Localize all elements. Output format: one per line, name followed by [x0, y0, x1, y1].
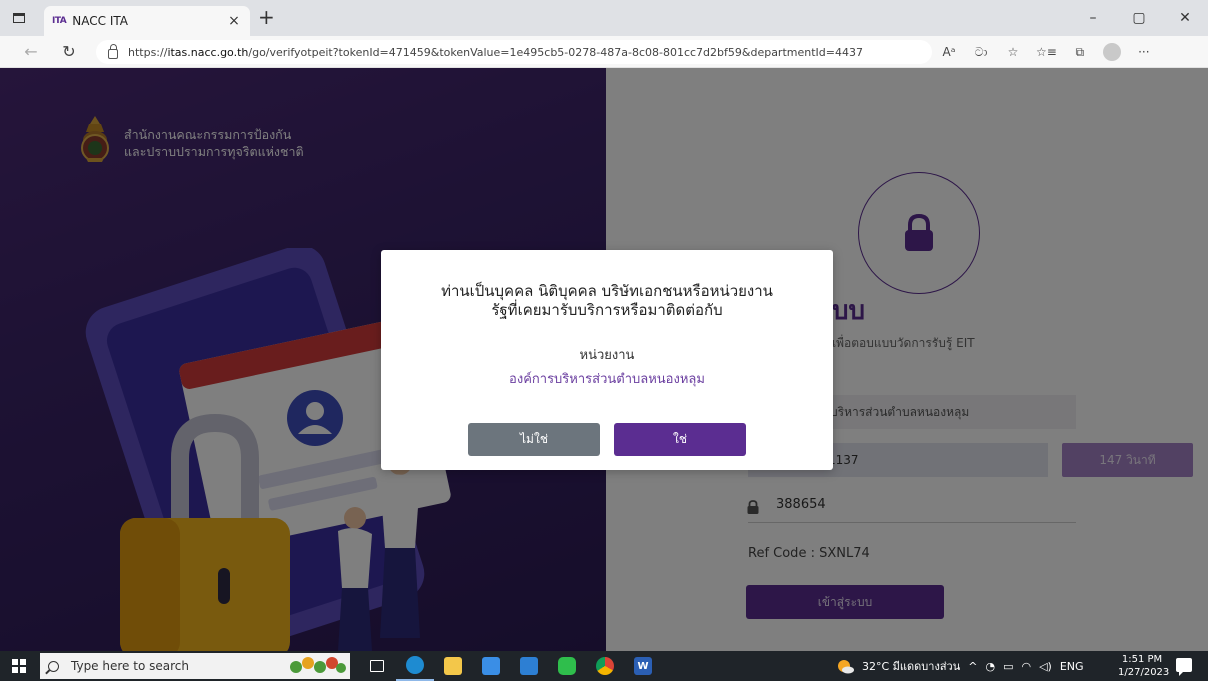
- read-aloud-icon[interactable]: Aᵃ: [940, 42, 958, 62]
- line-icon[interactable]: [548, 651, 586, 681]
- browser-tab[interactable]: ITA NACC ITA ×: [44, 6, 250, 36]
- back-arrow-icon[interactable]: ←: [20, 42, 42, 62]
- edge-icon[interactable]: [396, 651, 434, 681]
- browser-address-bar: ← ↻ https://itas.nacc.go.th/go/verifyotp…: [0, 36, 1208, 68]
- store-icon[interactable]: [472, 651, 510, 681]
- dialog-department-label: หน่วยงาน: [579, 348, 635, 363]
- favorite-add-icon[interactable]: ☆: [1004, 42, 1022, 62]
- system-tray: 32°C มีแดดบางส่วน ^ ◔ ▭ ◠ ◁) ENG: [836, 651, 1084, 681]
- browser-tab-bar: ITA NACC ITA × + – ▢ ✕: [0, 0, 1208, 36]
- search-icon: [48, 660, 59, 672]
- refresh-icon[interactable]: ↻: [58, 42, 80, 62]
- taskbar-clock[interactable]: 1:51 PM 1/27/2023: [1118, 653, 1169, 679]
- confirm-dialog: ท่านเป็นบุคคล นิติบุคคล บริษัทเอกชนหรือห…: [381, 250, 833, 470]
- windows-taskbar: Type here to search W 32°C มีแดดบางส่วน …: [0, 651, 1208, 681]
- url-field[interactable]: https://itas.nacc.go.th/go/verifyotpeit?…: [96, 40, 932, 64]
- weather-text[interactable]: 32°C มีแดดบางส่วน: [862, 657, 960, 675]
- task-view-icon[interactable]: [358, 651, 396, 681]
- tab-close-icon[interactable]: ×: [226, 13, 242, 29]
- yes-button[interactable]: ใช่: [614, 423, 746, 456]
- taskbar-apps: W: [358, 651, 662, 681]
- chrome-icon[interactable]: [586, 651, 624, 681]
- notification-icon[interactable]: [1176, 658, 1192, 676]
- site-lock-icon[interactable]: [108, 44, 118, 59]
- weather-sun-icon[interactable]: [836, 657, 854, 675]
- page-content: สำนักงานคณะกรรมการป้องกัน และปราบปรามการ…: [0, 68, 1208, 651]
- network-icon[interactable]: ◔: [985, 660, 995, 673]
- window-minimize-button[interactable]: –: [1070, 0, 1116, 36]
- translate-icon[interactable]: ටා: [972, 42, 990, 62]
- battery-icon[interactable]: ▭: [1003, 660, 1013, 673]
- no-button[interactable]: ไม่ใช่: [468, 423, 600, 456]
- new-tab-icon[interactable]: +: [258, 7, 275, 27]
- tab-title: NACC ITA: [72, 14, 128, 28]
- tab-actions-icon[interactable]: [8, 8, 30, 28]
- wifi-icon[interactable]: ◠: [1021, 660, 1031, 673]
- windows-start-icon[interactable]: [12, 659, 26, 673]
- volume-icon[interactable]: ◁): [1039, 660, 1052, 673]
- word-icon[interactable]: W: [624, 651, 662, 681]
- url-text: https://itas.nacc.go.th/go/verifyotpeit?…: [128, 45, 863, 59]
- tray-expand-icon[interactable]: ^: [968, 660, 977, 673]
- more-menu-icon[interactable]: ···: [1135, 42, 1153, 62]
- profile-avatar[interactable]: [1102, 43, 1121, 61]
- window-restore-button[interactable]: ▢: [1116, 0, 1162, 36]
- window-controls: – ▢ ✕: [1070, 0, 1208, 36]
- language-indicator[interactable]: ENG: [1060, 660, 1084, 673]
- ita-favicon-icon: ITA: [52, 16, 67, 26]
- search-highlight-icon[interactable]: [288, 655, 346, 675]
- favorites-icon[interactable]: ☆≡: [1036, 42, 1057, 62]
- dialog-question: ท่านเป็นบุคคล นิติบุคคล บริษัทเอกชนหรือห…: [441, 282, 773, 319]
- window-close-button[interactable]: ✕: [1162, 0, 1208, 36]
- collections-icon[interactable]: ⧉: [1071, 42, 1089, 62]
- dialog-department-name: องค์การบริหารส่วนตำบลหนองหลุม: [509, 372, 705, 387]
- search-placeholder: Type here to search: [71, 659, 189, 673]
- address-bar-actions: Aᵃ ටා ☆ ☆≡ ⧉ ···: [940, 42, 1153, 62]
- file-explorer-icon[interactable]: [434, 651, 472, 681]
- mail-icon[interactable]: [510, 651, 548, 681]
